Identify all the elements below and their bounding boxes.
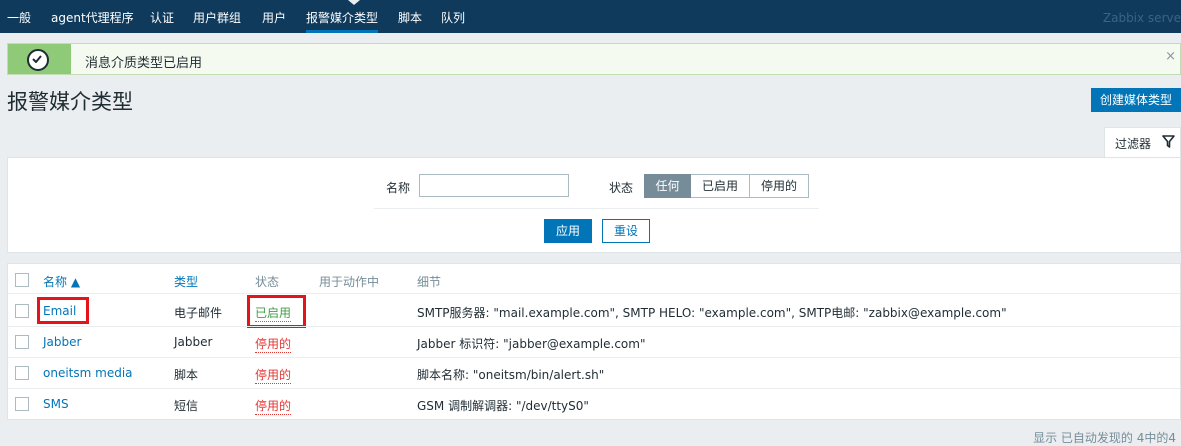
reset-button[interactable]: 重设 [602,219,650,243]
media-type-type: Jabber [174,335,213,349]
nav-item-general[interactable]: 一般 [7,11,31,25]
filter-name-input[interactable] [419,174,569,197]
row-divider [8,388,1180,389]
success-message: 消息介质类型已启用 × [7,43,1181,75]
column-header-used-in-actions: 用于动作中 [319,275,380,289]
filter-tab-label: 过滤器 [1115,137,1152,151]
media-type-type: 脚本 [174,368,199,382]
status-option-disabled[interactable]: 停用的 [750,174,809,198]
status-toggle-link[interactable]: 停用的 [255,397,292,415]
media-type-name-link[interactable]: oneitsm media [43,366,133,380]
column-header-name[interactable]: 名称 ▲ [43,273,80,290]
select-all-checkbox[interactable] [15,273,29,287]
nav-item-users[interactable]: 用户 [262,11,286,25]
media-types-table: 名称 ▲ 类型 状态 用于动作中 细节 Email 电子邮件 已启用 SMTP服… [7,263,1181,420]
media-type-type: 短信 [174,399,199,413]
media-type-type: 电子邮件 [174,306,223,320]
status-option-enabled[interactable]: 已启用 [691,174,750,198]
media-type-name-link[interactable]: SMS [43,397,69,411]
media-type-details: Jabber 标识符: "jabber@example.com" [417,337,646,351]
row-divider [8,326,1180,327]
media-type-details: 脚本名称: "oneitsm/bin/alert.sh" [417,368,605,382]
status-segmented-control: 任何 已启用 停用的 [644,174,809,198]
filter-panel: 名称 状态 任何 已启用 停用的 应用 重设 [7,157,1181,253]
nav-item-scripts[interactable]: 脚本 [398,11,422,25]
row-divider [8,357,1180,358]
check-circle-icon [27,49,49,71]
nav-item-proxies[interactable]: agent代理程序 [51,11,134,25]
filter-name-label: 名称 [386,181,411,195]
filter-divider [374,208,819,209]
highlight-box-status [247,295,306,328]
media-type-details: SMTP服务器: "mail.example.com", SMTP HELO: … [417,306,1007,320]
nav-item-queue[interactable]: 队列 [441,11,465,25]
close-icon[interactable]: × [1165,49,1176,64]
media-type-name-link[interactable]: Jabber [43,335,81,349]
column-header-details: 细节 [417,275,442,289]
header-divider [8,293,1180,294]
filter-tab[interactable]: 过滤器 [1104,127,1181,158]
row-checkbox[interactable] [15,397,29,411]
media-type-details: GSM 调制解调器: "/dev/ttyS0" [417,399,589,413]
row-checkbox[interactable] [15,304,29,318]
row-checkbox[interactable] [15,335,29,349]
filter-icon [1162,135,1175,151]
column-header-status: 状态 [255,275,280,289]
table-footer-count: 显示 已自动发现的 4中的4 [1033,431,1176,445]
column-header-type[interactable]: 类型 [174,273,198,290]
nav-item-authentication[interactable]: 认证 [150,11,174,25]
menu-pointer [348,0,360,5]
server-name: Zabbix serve [1102,11,1181,25]
nav-item-media-types[interactable]: 报警媒介类型 [306,11,379,33]
status-toggle-link[interactable]: 停用的 [255,366,292,384]
highlight-box-name [37,297,89,324]
page-title: 报警媒介类型 [7,90,133,114]
top-navigation: 一般 agent代理程序 认证 用户群组 用户 报警媒介类型 脚本 队列 Zab… [0,0,1181,33]
apply-button[interactable]: 应用 [544,219,592,243]
status-toggle-link[interactable]: 停用的 [255,335,292,353]
message-text: 消息介质类型已启用 [85,56,203,71]
row-checkbox[interactable] [15,366,29,380]
status-option-any[interactable]: 任何 [644,174,691,198]
success-icon-box [8,44,71,74]
filter-status-label: 状态 [609,181,634,195]
nav-item-user-groups[interactable]: 用户群组 [193,11,241,25]
create-media-type-button[interactable]: 创建媒体类型 [1091,88,1181,112]
